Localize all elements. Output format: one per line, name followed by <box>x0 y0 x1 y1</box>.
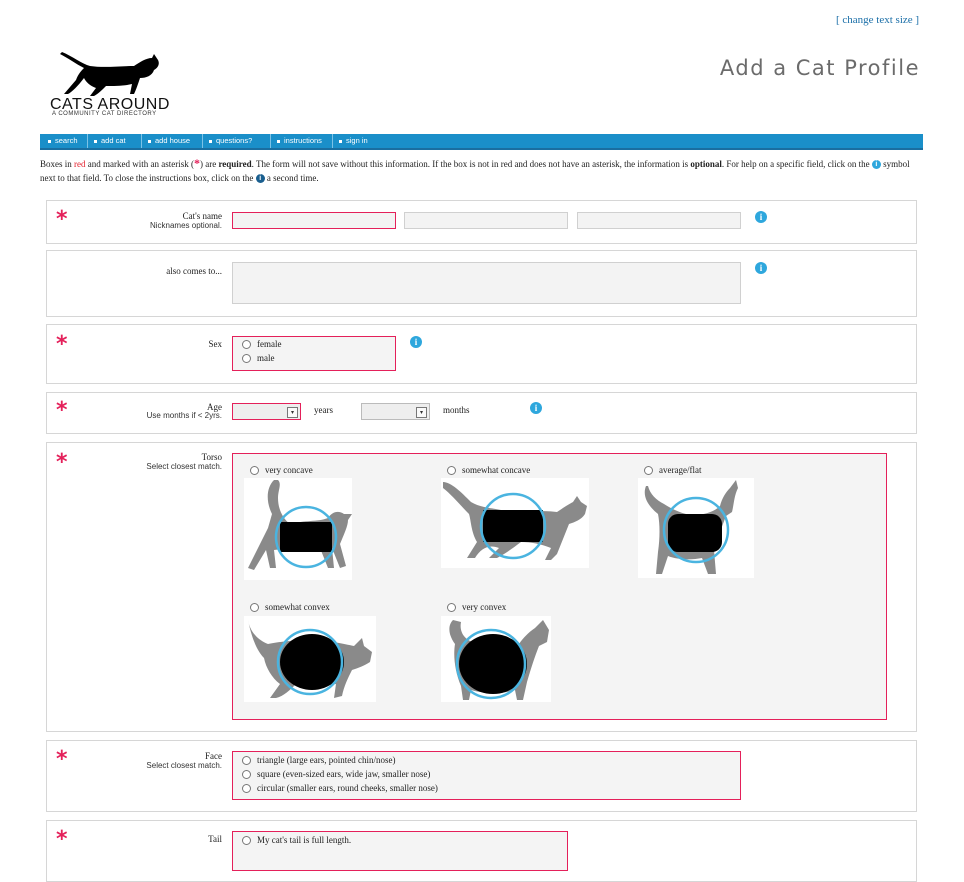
nickname-input-1[interactable] <box>404 212 568 229</box>
nav-add-cat[interactable]: add cat <box>88 134 126 148</box>
radio-button[interactable] <box>447 466 456 476</box>
chevron-down-icon: ▾ <box>416 407 427 418</box>
somewhat-concave-cat-icon <box>441 478 589 568</box>
radio-button[interactable] <box>242 770 251 780</box>
nav-sign-in[interactable]: sign in <box>333 134 368 148</box>
also-comes-to-label: also comes to... <box>166 266 222 276</box>
logo-tagline: A COMMUNITY CAT DIRECTORY <box>52 111 157 117</box>
radio-button[interactable] <box>242 340 251 350</box>
face-label: Face <box>205 751 222 761</box>
face-sublabel: Select closest match. <box>146 761 222 770</box>
torso-option-somewhat-concave[interactable]: somewhat concave <box>447 465 530 476</box>
sex-label: Sex <box>208 339 223 349</box>
instructions-text: Boxes in red and marked with an asterisk… <box>40 156 910 184</box>
torso-option-average-flat[interactable]: average/flat <box>644 465 701 476</box>
age-years-select[interactable]: ▾ <box>232 403 301 420</box>
torso-option-somewhat-convex[interactable]: somewhat convex <box>250 602 330 613</box>
somewhat-convex-cat-icon <box>244 616 376 702</box>
months-label: months <box>443 405 470 415</box>
sex-option-male[interactable]: male <box>242 353 275 364</box>
face-option-triangle[interactable]: triangle (large ears, pointed chin/nose) <box>242 755 396 766</box>
torso-sublabel: Select closest match. <box>146 462 222 471</box>
radio-button[interactable] <box>242 756 251 766</box>
radio-button[interactable] <box>242 836 251 846</box>
info-icon-dark: i <box>255 174 265 184</box>
change-text-size-link[interactable]: [ change text size ] <box>836 14 919 26</box>
nav-add-house[interactable]: add house <box>142 134 190 148</box>
nav-search[interactable]: search <box>42 134 78 148</box>
age-info-icon[interactable]: i <box>530 402 542 414</box>
also-comes-to-textarea[interactable] <box>232 262 741 304</box>
radio-button[interactable] <box>250 603 259 613</box>
very-concave-cat-icon <box>244 478 352 580</box>
radio-button[interactable] <box>242 784 251 794</box>
cat-name-sublabel: Nicknames optional. <box>149 221 222 230</box>
info-icon: i <box>871 160 881 170</box>
torso-option-very-concave[interactable]: very concave <box>250 465 313 476</box>
cat-name-input[interactable] <box>232 212 396 229</box>
torso-label: Torso <box>201 452 222 462</box>
chevron-down-icon: ▾ <box>287 407 298 418</box>
page-title: Add a Cat Profile <box>719 56 920 80</box>
cat-name-label: Cat's name <box>182 211 222 221</box>
nav-instructions[interactable]: instructions <box>271 134 322 148</box>
face-option-square[interactable]: square (even-sized ears, wide jaw, small… <box>242 769 430 780</box>
cat-name-info-icon[interactable]: i <box>755 211 767 223</box>
years-label: years <box>314 405 333 415</box>
nav-questions[interactable]: questions? <box>203 134 252 148</box>
section-sex <box>46 324 917 384</box>
sex-info-icon[interactable]: i <box>410 336 422 348</box>
average-flat-cat-icon <box>638 478 754 578</box>
tail-option-full-length[interactable]: My cat's tail is full length. <box>242 835 351 846</box>
age-sublabel: Use months if < 2yrs. <box>146 411 222 420</box>
very-convex-cat-icon <box>441 616 551 702</box>
face-option-circular[interactable]: circular (smaller ears, round cheeks, sm… <box>242 783 438 794</box>
radio-button[interactable] <box>447 603 456 613</box>
radio-button[interactable] <box>250 466 259 476</box>
also-comes-to-info-icon[interactable]: i <box>755 262 767 274</box>
age-months-select[interactable]: ▾ <box>361 403 430 420</box>
tail-label: Tail <box>208 834 222 844</box>
torso-option-very-convex[interactable]: very convex <box>447 602 506 613</box>
radio-button[interactable] <box>644 466 653 476</box>
sex-option-female[interactable]: female <box>242 339 281 350</box>
nav-bar: search add cat add house questions? inst… <box>40 134 923 150</box>
radio-button[interactable] <box>242 354 251 364</box>
nickname-input-2[interactable] <box>577 212 741 229</box>
